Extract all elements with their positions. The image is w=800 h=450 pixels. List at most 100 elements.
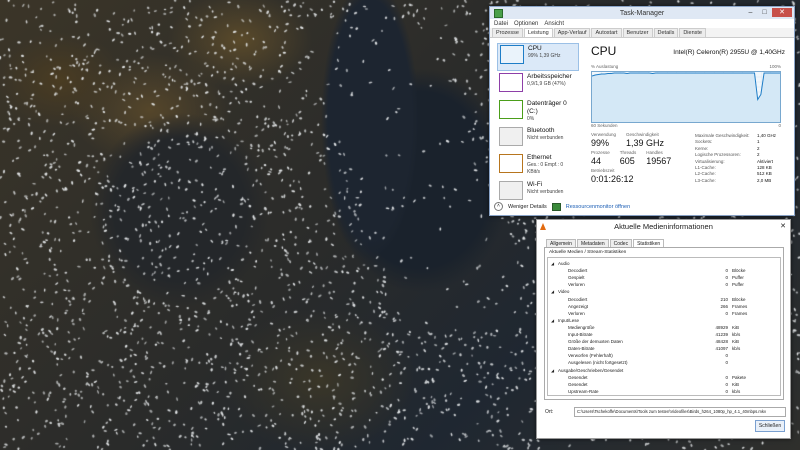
tree-unit: Blöcke — [732, 296, 746, 302]
tree-label: Ausgabe/Geschrieben/Gesendet — [558, 367, 624, 373]
menu-options[interactable]: Optionen — [514, 21, 538, 27]
location-field[interactable]: C:\Users\Tschekoffe\Documents\Tools zum … — [574, 407, 786, 417]
tab-startup[interactable]: Autostart — [591, 28, 622, 37]
tree-row[interactable]: Upstream-Rate 0 kb/s — [548, 388, 780, 395]
tree-row[interactable]: Decodiert 0 Blöcke — [548, 267, 780, 274]
tree-label: Video — [558, 289, 570, 295]
tree-label: Daten-Bitrate — [568, 346, 595, 352]
sidebar-label: CPU — [528, 45, 542, 52]
task-manager-footer: ˄ Weniger Details Ressourcenmonitor öffn… — [494, 202, 630, 211]
sidebar-item-bluetooth[interactable]: Bluetooth Nicht verbunden — [497, 126, 579, 152]
tree-unit: KiB — [732, 324, 740, 330]
tab-users[interactable]: Benutzer — [622, 28, 653, 37]
tree-row[interactable]: Mediengröße 48929 KiB — [548, 324, 780, 331]
close-dialog-button[interactable]: Schließen — [755, 420, 785, 432]
tree-group-row[interactable]: ◢ Video — [548, 288, 780, 295]
tree-unit: Pakete — [732, 374, 747, 380]
stat-speed: Geschwindigkeit 1,39 GHz — [626, 132, 664, 148]
tree-row[interactable]: Verloren 0 Puffer — [548, 281, 780, 288]
cpu-panel: CPU Intel(R) Celeron(R) 2955U @ 1,40GHz … — [591, 44, 785, 194]
ethernet-thumbnail-graph — [499, 154, 523, 173]
tree-row[interactable]: Gesendet 0 KiB — [548, 381, 780, 388]
tree-label: Input-Bitrate — [568, 332, 593, 337]
expand-arrow-icon[interactable]: ◢ — [551, 367, 554, 374]
tree-group-row[interactable]: ◢ Input/Lese — [548, 317, 780, 324]
menu-view[interactable]: Ansicht — [544, 21, 564, 27]
window-title: Task-Manager — [619, 9, 665, 17]
sidebar-item-disk[interactable]: Datenträger 0 (C:) 0% — [497, 99, 579, 125]
tree-row[interactable]: Ausgelesen (nicht fortgesetzt) 0 — [548, 359, 780, 366]
tree-row[interactable]: Verloren 0 Frames — [548, 310, 780, 317]
stat-value: 0:01:26:12 — [591, 174, 634, 184]
tree-label: Größe der demuxten Daten — [568, 339, 623, 345]
task-manager-titlebar[interactable]: Task-Manager – □ ✕ — [490, 7, 794, 19]
tree-row[interactable]: Gesendet 0 Pakete — [548, 374, 780, 381]
sidebar-item-cpu[interactable]: CPU 99% 1,39 GHz — [497, 43, 579, 71]
cpu-specs: Maximale Geschwindigkeit: 1,40 GHz Sockets… — [695, 133, 785, 184]
tree-label: Gesendet — [568, 381, 588, 387]
tree-row[interactable]: Input-Bitrate 41239 kb/s — [548, 331, 780, 338]
tree-unit: Frames — [732, 310, 748, 316]
tree-value: 210 — [720, 296, 728, 302]
media-info-window: Aktuelle Medieninformationen ✕ Allgemein… — [536, 219, 791, 439]
tree-label: Mediengröße — [568, 324, 595, 330]
chevron-up-icon[interactable]: ˄ — [494, 202, 503, 211]
specs-table: Maximale Geschwindigkeit: 1,40 GHz Sockets… — [695, 133, 785, 184]
location-label: Ort: — [545, 409, 554, 415]
tree-value: 0 — [725, 360, 728, 366]
maximize-button[interactable]: □ — [758, 8, 771, 17]
tree-group-row[interactable]: ◢ Ausgabe/Geschrieben/Gesendet — [548, 367, 780, 374]
expand-arrow-icon[interactable]: ◢ — [551, 288, 554, 295]
close-button[interactable]: ✕ — [780, 222, 786, 230]
close-button[interactable]: ✕ — [772, 8, 792, 17]
sidebar-value: 99% 1,39 GHz — [528, 53, 561, 59]
tree-label: Verloren — [568, 282, 585, 288]
tree-row[interactable]: Decodiert 210 Blöcke — [548, 296, 780, 303]
stat-uptime: Betriebszeit 0:01:26:12 — [591, 168, 691, 184]
tree-value: 0 — [725, 282, 728, 288]
tab-details[interactable]: Details — [653, 28, 679, 37]
tree-label: Upstream-Rate — [568, 388, 599, 394]
menu-file[interactable]: Datei — [494, 21, 508, 27]
tree-value: 0 — [725, 275, 728, 281]
expand-arrow-icon[interactable]: ◢ — [551, 260, 554, 267]
tab-services[interactable]: Dienste — [679, 28, 706, 37]
tree-group-row[interactable]: ◢ Audio — [548, 260, 780, 267]
tree-label: Decodiert — [568, 268, 588, 274]
tree-row[interactable]: Gespielt 0 Puffer — [548, 274, 780, 281]
stat-value: 605 — [619, 156, 635, 166]
taskmgr-app-icon — [494, 9, 503, 18]
sidebar-value: 0% — [527, 116, 535, 122]
tree-unit: KiB — [732, 381, 740, 387]
tree-label: Angezeigt — [568, 303, 589, 309]
tab-performance[interactable]: Leistung — [523, 28, 553, 37]
graph-max-label: 100% — [769, 64, 781, 69]
tree-value: 48929 — [715, 324, 728, 330]
stat-value: 99% — [591, 138, 610, 148]
tree-unit: Frames — [732, 303, 748, 309]
stat-value: 44 — [591, 156, 602, 166]
sidebar-label: Bluetooth — [527, 127, 555, 134]
tree-row[interactable]: Angezeigt 266 Frames — [548, 303, 780, 310]
tree-unit: kb/s — [732, 332, 741, 337]
resource-monitor-link[interactable]: Ressourcenmonitor öffnen — [566, 204, 630, 210]
tree-row[interactable]: Größe der demuxten Daten 48428 KiB — [548, 338, 780, 345]
tree-value: 41097 — [715, 346, 728, 352]
resource-monitor-icon — [551, 202, 561, 211]
stat-threads: Threads 605 — [620, 150, 637, 166]
media-info-titlebar[interactable]: Aktuelle Medieninformationen ✕ — [537, 220, 790, 233]
tree-row[interactable]: Daten-Bitrate 41097 kb/s — [548, 345, 780, 352]
group-title: Aktuelle Medien / Stream-Statistiken — [549, 250, 627, 255]
task-manager-window: Task-Manager – □ ✕ Datei Optionen Ansich… — [489, 6, 795, 216]
menu-bar: Datei Optionen Ansicht — [490, 19, 794, 28]
minimize-button[interactable]: – — [744, 8, 757, 17]
tree-label: Audio — [558, 261, 570, 266]
tree-row[interactable]: Verworfen (Fehlerhaft) 0 — [548, 352, 780, 359]
sidebar-item-ethernet[interactable]: Ethernet Ges.: 0 Empf.: 0 KBit/s — [497, 153, 579, 179]
sidebar-item-memory[interactable]: Arbeitsspeicher 0,9/1,9 GB (47%) — [497, 72, 579, 98]
sidebar-value: Nicht verbunden — [527, 135, 564, 141]
tab-app-history[interactable]: App-Verlauf — [553, 28, 591, 37]
tab-processes[interactable]: Prozesse — [492, 28, 523, 37]
fewer-details-link[interactable]: Weniger Details — [508, 204, 547, 210]
expand-arrow-icon[interactable]: ◢ — [551, 317, 554, 324]
